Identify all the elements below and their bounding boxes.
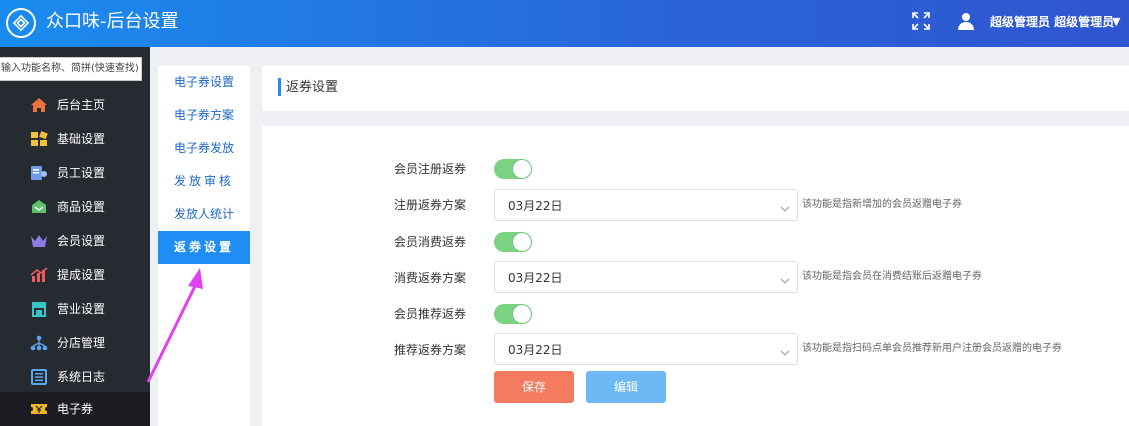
sidebar-item-coupon[interactable]: 电子券 xyxy=(0,392,150,426)
sidebar-item-label: 电子券 xyxy=(57,402,94,416)
app-title: 众口味-后台设置 xyxy=(46,11,179,32)
recommend-return-plan-select[interactable]: 03月22日 xyxy=(494,333,798,365)
sidebar-item-commission[interactable]: 提成设置 xyxy=(0,258,150,292)
sidebar-item-label: 后台主页 xyxy=(57,98,106,112)
sidebar-item-label: 分店管理 xyxy=(57,336,106,350)
user-icon[interactable] xyxy=(957,12,975,34)
chevron-down-icon xyxy=(779,200,791,219)
home-icon xyxy=(30,97,48,113)
sidebar-item-member[interactable]: 会员设置 xyxy=(0,224,150,258)
sidebar-item-employee[interactable]: 员工设置 xyxy=(0,156,150,190)
sidebar-item-basic-settings[interactable]: 基础设置 xyxy=(0,122,150,156)
member-consume-return-label: 会员消费返券 xyxy=(394,235,467,249)
member-consume-return-toggle[interactable] xyxy=(494,232,532,252)
sidebar-item-label: 营业设置 xyxy=(57,302,106,316)
select-value: 03月22日 xyxy=(508,199,563,213)
chevron-down-icon xyxy=(779,272,791,291)
employee-icon xyxy=(30,165,48,181)
fullscreen-icon[interactable] xyxy=(912,12,930,34)
top-header: 众口味-后台设置 超级管理员 超级管理员 ▼ xyxy=(0,0,1129,47)
register-return-plan-select[interactable]: 03月22日 xyxy=(494,189,798,221)
store-icon xyxy=(30,301,48,317)
log-icon xyxy=(30,369,48,385)
select-value: 03月22日 xyxy=(508,271,563,285)
page-title: 返券设置 xyxy=(286,80,339,95)
content-header: 返券设置 xyxy=(262,66,1129,111)
sidebar-item-branch[interactable]: 分店管理 xyxy=(0,326,150,360)
recommend-return-hint: 该功能是指扫码点单会员推荐新用户注册会员返赠的电子券 xyxy=(802,343,1062,354)
sidebar-item-goods[interactable]: 商品设置 xyxy=(0,190,150,224)
edit-button[interactable]: 编辑 xyxy=(586,371,666,403)
coupon-icon xyxy=(30,401,48,417)
select-value: 03月22日 xyxy=(508,343,563,357)
member-recommend-return-label: 会员推荐返券 xyxy=(394,307,467,321)
submenu-item-coupon-settings[interactable]: 电子券设置 xyxy=(158,66,250,99)
sidebar-item-business[interactable]: 营业设置 xyxy=(0,292,150,326)
consume-return-plan-label: 消费返券方案 xyxy=(394,271,467,285)
member-recommend-return-toggle[interactable] xyxy=(494,304,532,324)
submenu-item-coupon-issue[interactable]: 电子券发放 xyxy=(158,132,250,165)
consume-return-hint: 该功能是指会员在消费结账后返赠电子券 xyxy=(802,271,982,282)
coupon-submenu: 电子券设置 电子券方案 电子券发放 发放审核 发放人统计 返券设置 xyxy=(158,66,250,426)
user-name[interactable]: 超级管理员 超级管理员 xyxy=(990,14,1114,30)
sidebar-item-system-log[interactable]: 系统日志 xyxy=(0,360,150,394)
consume-return-plan-select[interactable]: 03月22日 xyxy=(494,261,798,293)
submenu-item-return-settings[interactable]: 返券设置 xyxy=(158,231,250,264)
caret-down-icon[interactable]: ▼ xyxy=(1112,14,1120,30)
crown-icon xyxy=(30,233,48,249)
sidebar-item-label: 会员设置 xyxy=(57,234,106,248)
submenu-item-coupon-plan[interactable]: 电子券方案 xyxy=(158,99,250,132)
logo-icon xyxy=(6,8,36,38)
title-accent-bar xyxy=(278,78,281,96)
register-return-hint: 该功能是指新增加的会员返赠电子券 xyxy=(802,199,962,210)
chevron-down-icon xyxy=(779,344,791,363)
commission-chart-icon xyxy=(30,267,48,283)
sidebar-item-home[interactable]: 后台主页 xyxy=(0,88,150,122)
save-button[interactable]: 保存 xyxy=(494,371,574,403)
submenu-item-issuer-stats[interactable]: 发放人统计 xyxy=(158,198,250,231)
branch-icon xyxy=(30,335,48,351)
member-register-return-label: 会员注册返券 xyxy=(394,162,467,176)
recommend-return-plan-label: 推荐返券方案 xyxy=(394,343,467,357)
register-return-plan-label: 注册返券方案 xyxy=(394,198,467,212)
member-register-return-toggle[interactable] xyxy=(494,159,532,179)
sidebar-item-label: 基础设置 xyxy=(57,132,106,146)
sidebar-item-label: 商品设置 xyxy=(57,200,106,214)
sidebar-search-input[interactable]: 输入功能名称、简拼(快速查找) xyxy=(0,57,142,81)
goods-icon xyxy=(30,199,48,215)
submenu-item-issue-review[interactable]: 发放审核 xyxy=(158,165,250,198)
sidebar-item-label: 系统日志 xyxy=(57,370,106,384)
sidebar-item-label: 员工设置 xyxy=(57,166,106,180)
sidebar: 输入功能名称、简拼(快速查找) 后台主页 基础设置 员工设置 商品设置 会员设置 xyxy=(0,47,150,426)
sidebar-item-label: 提成设置 xyxy=(57,268,106,282)
settings-blocks-icon xyxy=(30,131,48,147)
